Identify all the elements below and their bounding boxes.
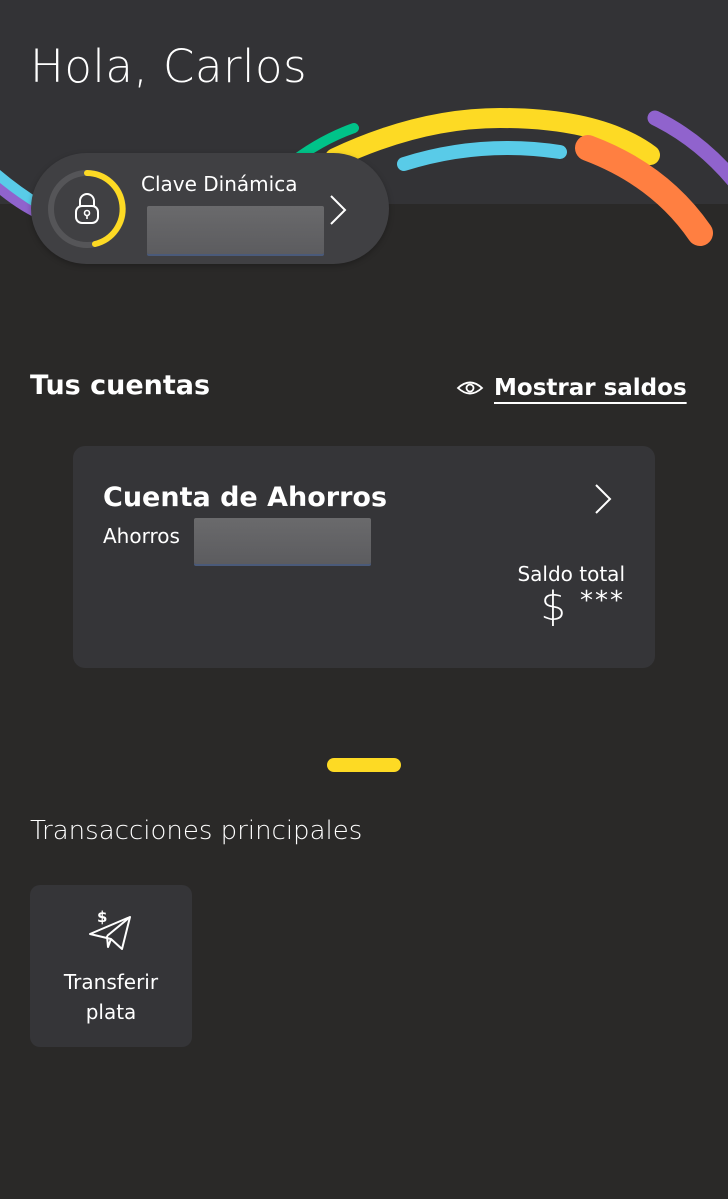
- dynamic-key-code-redacted: [147, 206, 324, 254]
- accounts-section-title: Tus cuentas: [30, 370, 211, 401]
- chevron-right-icon: [595, 484, 612, 514]
- carousel-page-indicator: [327, 758, 401, 772]
- account-name: Cuenta de Ahorros: [103, 482, 388, 513]
- svg-text:$: $: [97, 908, 107, 926]
- show-balances-label[interactable]: Mostrar saldos: [494, 375, 687, 401]
- greeting-title: Hola, Carlos: [30, 40, 308, 93]
- transactions-section-title: Transacciones principales: [30, 816, 363, 846]
- masked-balance: ***: [580, 586, 625, 616]
- account-number-redacted: [194, 518, 371, 564]
- dynamic-key-label: Clave Dinámica: [141, 172, 298, 196]
- dynamic-key-card[interactable]: Clave Dinámica: [31, 153, 389, 264]
- eye-icon: [456, 381, 484, 395]
- deco-arc-purple: [647, 110, 728, 186]
- savings-account-card[interactable]: Cuenta de Ahorros Ahorros Saldo total $ …: [73, 446, 655, 668]
- total-balance-value: $ ***: [541, 584, 625, 630]
- transfer-money-button[interactable]: $ Transferir plata: [30, 885, 192, 1047]
- account-type: Ahorros: [103, 524, 180, 548]
- transfer-money-label: Transferir plata: [30, 967, 192, 1027]
- chevron-right-icon: [330, 195, 347, 225]
- deco-arc-blue: [397, 141, 567, 171]
- send-money-icon: $: [89, 908, 131, 950]
- lock-icon: [75, 193, 99, 224]
- total-balance-label: Saldo total: [517, 562, 625, 586]
- transfer-label-line1: Transferir: [63, 970, 159, 994]
- show-balances-link[interactable]: Mostrar saldos: [456, 368, 687, 408]
- transfer-label-line2: plata: [85, 1000, 137, 1024]
- currency-symbol: $: [540, 584, 566, 630]
